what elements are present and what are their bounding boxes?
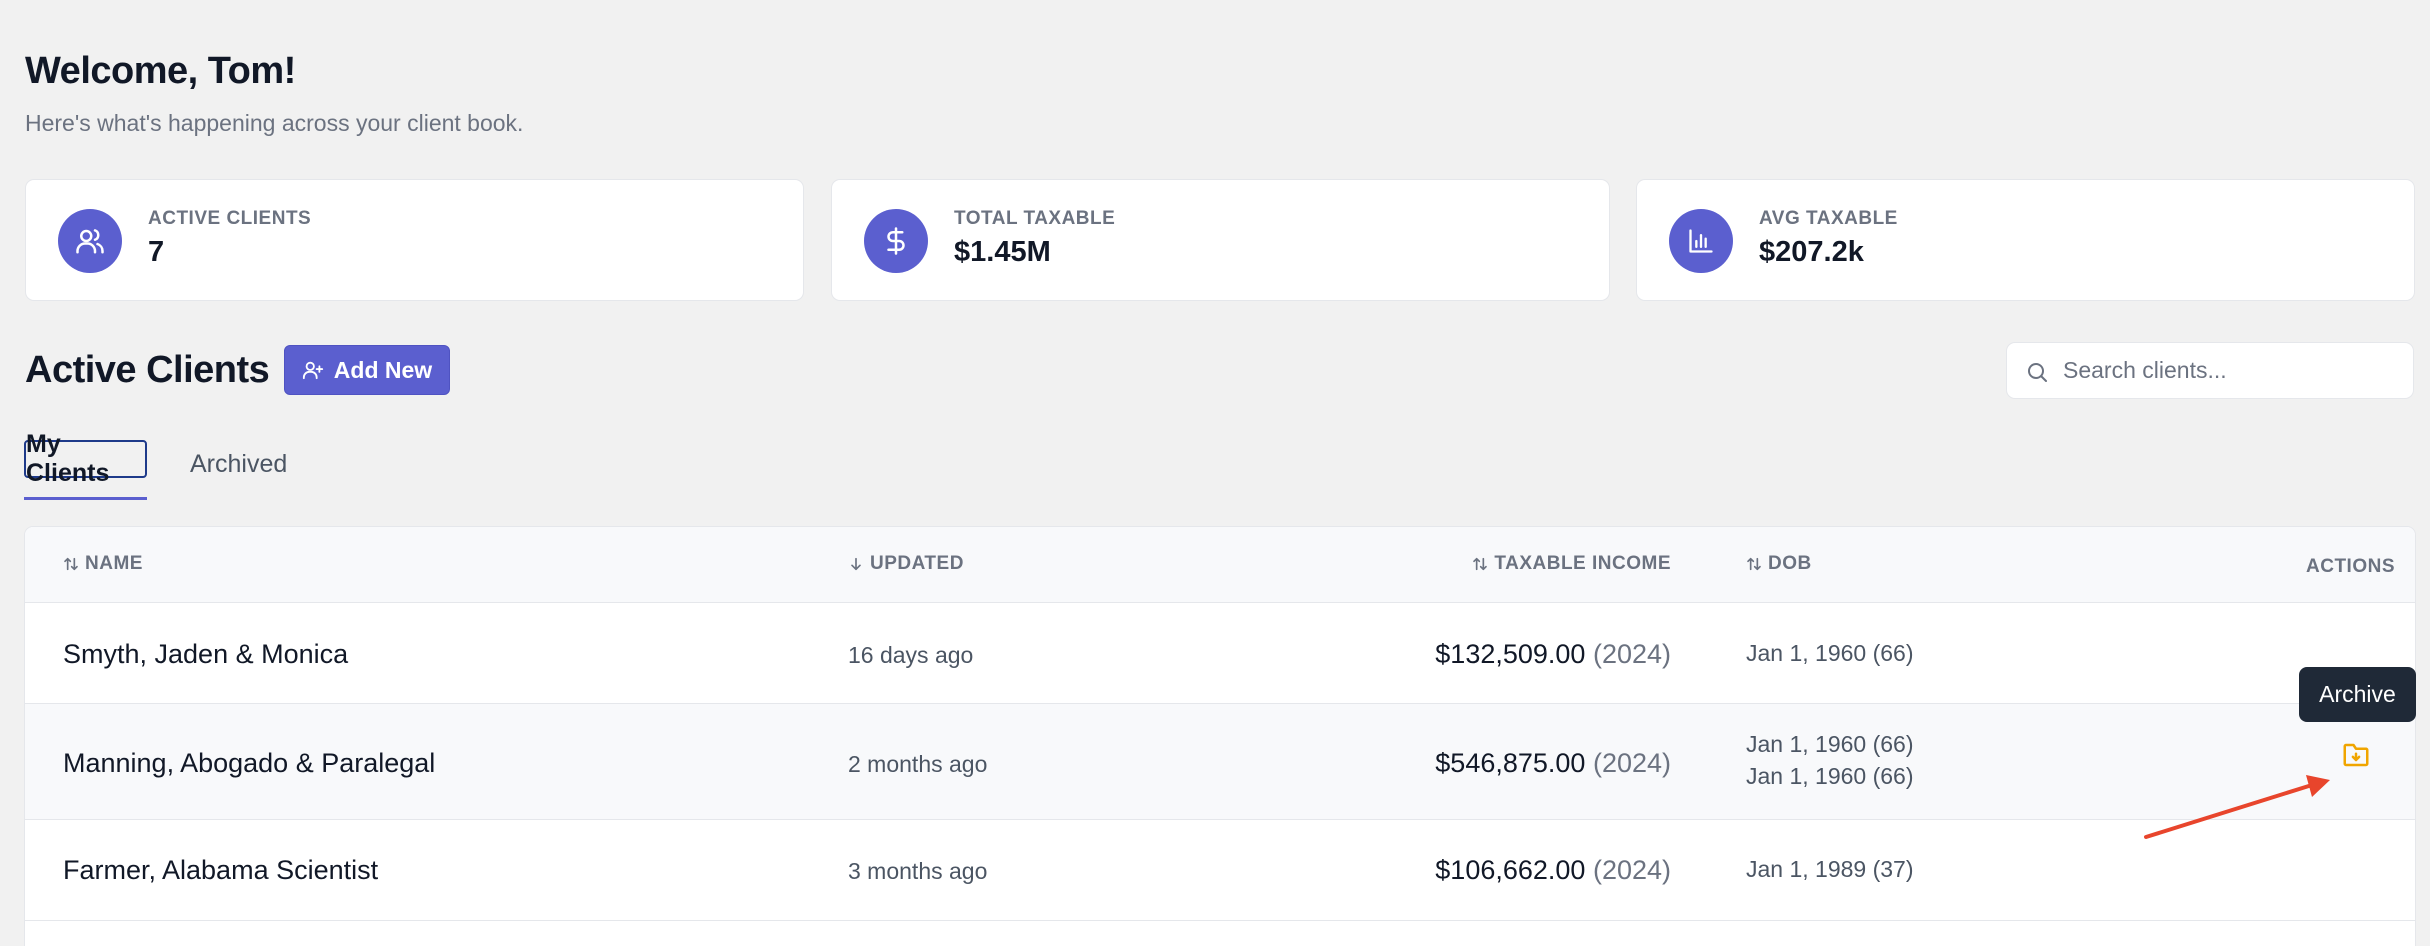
income-amount: $132,509.00	[1435, 639, 1586, 669]
dollar-icon	[864, 209, 928, 273]
add-new-button[interactable]: Add New	[284, 345, 450, 395]
column-header-dob[interactable]: DOB	[1746, 553, 1812, 575]
column-label: NAME	[85, 553, 143, 574]
dob-value: Jan 1, 1960 (66)	[1746, 640, 1914, 666]
dob-cell: Jan 1, 1960 (66) Jan 1, 1960 (66)	[1746, 728, 1914, 792]
folder-archive-icon[interactable]	[2341, 740, 2371, 770]
column-header-actions: ACTIONS	[2306, 556, 2395, 578]
sort-icon	[1473, 557, 1488, 571]
column-header-taxable-income[interactable]: TAXABLE INCOME	[1472, 553, 1671, 575]
sort-icon	[1747, 557, 1761, 571]
arrow-down-icon	[851, 557, 861, 571]
updated-cell: 3 months ago	[848, 858, 988, 884]
updated-cell: 16 days ago	[848, 642, 974, 668]
bar-chart-icon	[1669, 209, 1733, 273]
section-title: Active Clients	[25, 349, 270, 391]
tab-archived[interactable]: Archived	[190, 450, 287, 479]
income-year: (2024)	[1592, 748, 1671, 778]
income-year: (2024)	[1592, 855, 1671, 885]
stat-label: TOTAL TAXABLE	[954, 208, 1116, 229]
client-name[interactable]: Smyth, Jaden & Monica	[63, 639, 348, 670]
column-header-name[interactable]: NAME	[63, 553, 143, 575]
stat-value: 7	[148, 236, 165, 268]
column-label: UPDATED	[870, 553, 964, 574]
search-icon	[2028, 363, 2047, 382]
table-row[interactable]: Farmer, Alabama Scientist 3 months ago $…	[25, 820, 2415, 921]
income-cell: $106,662.00 (2024)	[1435, 855, 1671, 886]
add-new-label: Add New	[333, 356, 433, 383]
dob-cell: Jan 1, 1989 (37)	[1746, 853, 1914, 885]
tab-active-indicator	[24, 497, 147, 500]
tab-my-clients[interactable]: My Clients	[24, 430, 147, 487]
welcome-subtitle: Here's what's happening across your clie…	[25, 110, 524, 136]
users-icon	[58, 209, 122, 273]
income-amount: $106,662.00	[1435, 855, 1586, 885]
stat-label: ACTIVE CLIENTS	[148, 208, 312, 229]
search-box[interactable]	[2006, 342, 2414, 399]
stat-card-avg-taxable: AVG TAXABLE $207.2k	[1636, 179, 2415, 301]
table-header: NAME UPDATED TAXABLE INCOME DOB ACTIONS	[25, 527, 2415, 603]
column-label: ACTIONS	[2306, 556, 2395, 577]
stat-card-total-taxable: TOTAL TAXABLE $1.45M	[831, 179, 1610, 301]
archive-tooltip: Archive	[2299, 667, 2416, 722]
clients-table: NAME UPDATED TAXABLE INCOME DOB ACTIONS …	[24, 526, 2416, 946]
income-amount: $546,875.00	[1435, 748, 1586, 778]
updated-cell: 2 months ago	[848, 751, 988, 777]
dob-value: Jan 1, 1960 (66)	[1746, 763, 1914, 789]
stat-value: $207.2k	[1759, 236, 1864, 268]
dob-value: Jan 1, 1960 (66)	[1746, 731, 1914, 757]
dob-value: Jan 1, 1989 (37)	[1746, 856, 1914, 882]
stat-card-active-clients: ACTIVE CLIENTS 7	[25, 179, 804, 301]
sort-icon	[64, 557, 78, 571]
client-name[interactable]: Farmer, Alabama Scientist	[63, 855, 378, 886]
table-row[interactable]	[25, 921, 2415, 946]
client-name[interactable]: Manning, Abogado & Paralegal	[63, 748, 435, 779]
welcome-title: Welcome, Tom!	[25, 50, 296, 92]
income-cell: $132,509.00 (2024)	[1435, 639, 1671, 670]
income-cell: $546,875.00 (2024)	[1435, 748, 1671, 779]
table-row[interactable]: Smyth, Jaden & Monica 16 days ago $132,5…	[25, 603, 2415, 704]
column-label: TAXABLE INCOME	[1494, 553, 1671, 574]
column-label: DOB	[1768, 553, 1812, 574]
table-row[interactable]: Manning, Abogado & Paralegal 2 months ag…	[25, 704, 2415, 820]
user-plus-icon	[302, 361, 323, 380]
income-year: (2024)	[1592, 639, 1671, 669]
column-header-updated[interactable]: UPDATED	[848, 553, 964, 575]
stat-label: AVG TAXABLE	[1759, 208, 1898, 229]
dob-cell: Jan 1, 1960 (66)	[1746, 637, 1914, 669]
stat-value: $1.45M	[954, 236, 1051, 268]
search-input[interactable]	[2063, 343, 2403, 398]
